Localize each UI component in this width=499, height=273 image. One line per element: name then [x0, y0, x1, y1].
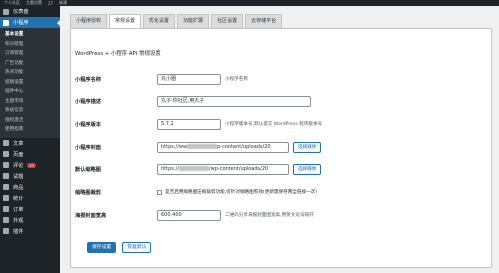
menu-label: 插件	[13, 228, 24, 235]
comments-badge: 27	[27, 162, 37, 168]
redacted-text	[187, 143, 218, 149]
url-suffix: /wp-content/uploads/20	[208, 165, 269, 172]
menu-label: 商品	[13, 184, 24, 191]
submenu-basic-settings[interactable]: 基本设置	[0, 30, 60, 40]
menu-posts[interactable]: 文章	[0, 138, 60, 149]
menu-products[interactable]: 商品	[0, 182, 60, 193]
menu-label: 试题	[13, 173, 24, 180]
miniprogram-submenu: 基本设置 积分管理 订阅管理 广告功能 热点功能 投稿设置 插件中心 主题市场 …	[0, 28, 60, 138]
admin-sidebar: 仪表盘 小程序 基本设置 积分管理 订阅管理 广告功能 热点功能 投稿设置 插件…	[0, 6, 60, 273]
field-row-name: 小程序名称 丸小圈 小程序名称	[75, 73, 475, 85]
field-row-thumbnail: 默认缩略图 https:// /wp-content/uploads/20 选择媒…	[75, 163, 475, 175]
menu-orders[interactable]: 订单	[0, 204, 60, 215]
save-settings-button[interactable]: 保存设置	[87, 242, 117, 253]
adminbar-comments-count[interactable]: 27	[48, 1, 53, 6]
field-description: 小程序名称	[225, 77, 248, 82]
dashboard-icon	[3, 8, 9, 15]
pin-icon	[3, 140, 9, 146]
tab-authorization[interactable]: 小程序授权	[70, 14, 108, 28]
field-label: 海报封面宽高	[75, 212, 107, 219]
field-description: 二维码分享海报封面图宽高,用英文逗号隔开	[225, 213, 314, 218]
field-label: 小程序封面	[75, 144, 101, 151]
menu-label: 订单	[13, 206, 24, 213]
appearance-icon	[3, 217, 9, 223]
poster-size-input[interactable]: 600,400	[157, 209, 221, 221]
select-media-button[interactable]: 选择媒体	[293, 163, 322, 175]
miniprogram-icon	[3, 19, 9, 26]
submenu-item[interactable]: 系统信息	[0, 106, 60, 116]
menu-label: 文章	[13, 140, 24, 147]
menu-label: 外观	[13, 217, 24, 224]
url-prefix: https://	[161, 165, 179, 172]
menu-label: 统计	[13, 195, 24, 202]
field-label: 默认缩略图	[75, 166, 101, 173]
menu-miniprogram[interactable]: 小程序	[0, 17, 60, 28]
main-content: 小程序授权 常规设置 优化设置 功能扩展 社区设置 云存储平台 WordPres…	[60, 6, 499, 273]
reset-defaults-button[interactable]: 恢复默认	[122, 242, 152, 253]
field-label: 小程序描述	[75, 98, 101, 105]
submenu-item[interactable]: 使用指南	[0, 125, 60, 135]
submenu-item[interactable]: 积分管理	[0, 40, 60, 50]
field-row-poster: 海报封面宽高 600,400 二维码分享海报封面图宽高,用英文逗号隔开	[75, 209, 475, 221]
field-label: 缩略图裁剪	[75, 189, 101, 196]
menu-label: 小程序	[13, 20, 29, 26]
field-row-cover: 小程序封面 https://ww p-content/uploads/20 选择媒…	[75, 141, 475, 153]
question-icon	[3, 173, 9, 179]
submenu-item[interactable]: 广告功能	[0, 59, 60, 69]
submenu-item[interactable]: 订阅管理	[0, 49, 60, 59]
checkbox-label: 是否启用缩略图压缩裁剪功能,仅针对缩略图有效(更新需保存两全链接一次)	[165, 190, 318, 195]
tab-extensions[interactable]: 功能扩展	[177, 14, 210, 28]
field-description: 小程序版本号,默认提交 WordPress 程序版本号	[225, 122, 323, 127]
field-label: 小程序版本	[75, 121, 101, 128]
url-prefix: https://ww	[161, 143, 188, 150]
field-row-description: 小程序描述 丸子-你社区,用丸子	[75, 95, 475, 107]
submenu-item[interactable]: 热点功能	[0, 68, 60, 78]
menu-stats[interactable]: 统计	[0, 193, 60, 204]
menu-label: 评论	[13, 162, 24, 169]
menu-label: 页面	[13, 151, 24, 158]
menu-questions[interactable]: 试题	[0, 171, 60, 182]
miniprogram-version-input[interactable]: 5.7.2	[157, 118, 221, 130]
miniprogram-name-input[interactable]: 丸小圈	[157, 73, 221, 85]
tab-cloud-storage[interactable]: 云存储平台	[245, 14, 283, 28]
thumbnail-url-input[interactable]: https:// /wp-content/uploads/20	[157, 163, 289, 175]
select-media-button[interactable]: 选择媒体	[293, 141, 322, 153]
submenu-item[interactable]: 插件中心	[0, 87, 60, 97]
menu-plugins[interactable]: 插件	[0, 226, 60, 237]
submenu-item[interactable]: 授权激活	[0, 116, 60, 126]
page-icon	[3, 151, 9, 157]
tab-general[interactable]: 常规设置	[109, 14, 142, 28]
menu-comments[interactable]: 评论 27	[0, 160, 60, 171]
menu-dashboard[interactable]: 仪表盘	[0, 6, 60, 17]
url-suffix: p-content/uploads/20	[217, 143, 271, 150]
chart-icon	[3, 195, 9, 201]
settings-panel: WordPress + 小程序 API 常规设置 小程序名称 丸小圈 小程序名称…	[70, 28, 492, 268]
submenu-item[interactable]: 主题市场	[0, 97, 60, 107]
field-label: 小程序名称	[75, 76, 101, 83]
panel-title: WordPress + 小程序 API 常规设置	[75, 51, 161, 57]
order-icon	[3, 206, 9, 212]
field-row-crop: 缩略图裁剪 是否启用缩略图压缩裁剪功能,仅针对缩略图有效(更新需保存两全链接一次…	[75, 186, 475, 198]
settings-tabs: 小程序授权 常规设置 优化设置 功能扩展 社区设置 云存储平台	[70, 14, 283, 28]
form-actions: 保存设置 恢复默认	[87, 242, 152, 253]
menu-appearance[interactable]: 外观	[0, 215, 60, 226]
menu-label: 仪表盘	[13, 9, 29, 15]
cover-url-input[interactable]: https://ww p-content/uploads/20	[157, 141, 289, 153]
tab-optimization[interactable]: 优化设置	[143, 14, 176, 28]
tab-community[interactable]: 社区设置	[211, 14, 244, 28]
field-row-version: 小程序版本 5.7.2 小程序版本号,默认提交 WordPress 程序版本号	[75, 118, 475, 130]
menu-pages[interactable]: 页面	[0, 149, 60, 160]
shop-icon	[3, 184, 9, 190]
redacted-text	[178, 165, 209, 171]
plugin-icon	[3, 228, 9, 234]
submenu-item[interactable]: 投稿设置	[0, 78, 60, 88]
comment-icon	[3, 162, 9, 168]
miniprogram-description-input[interactable]: 丸子-你社区,用丸子	[157, 95, 311, 107]
crop-checkbox[interactable]	[157, 189, 162, 195]
